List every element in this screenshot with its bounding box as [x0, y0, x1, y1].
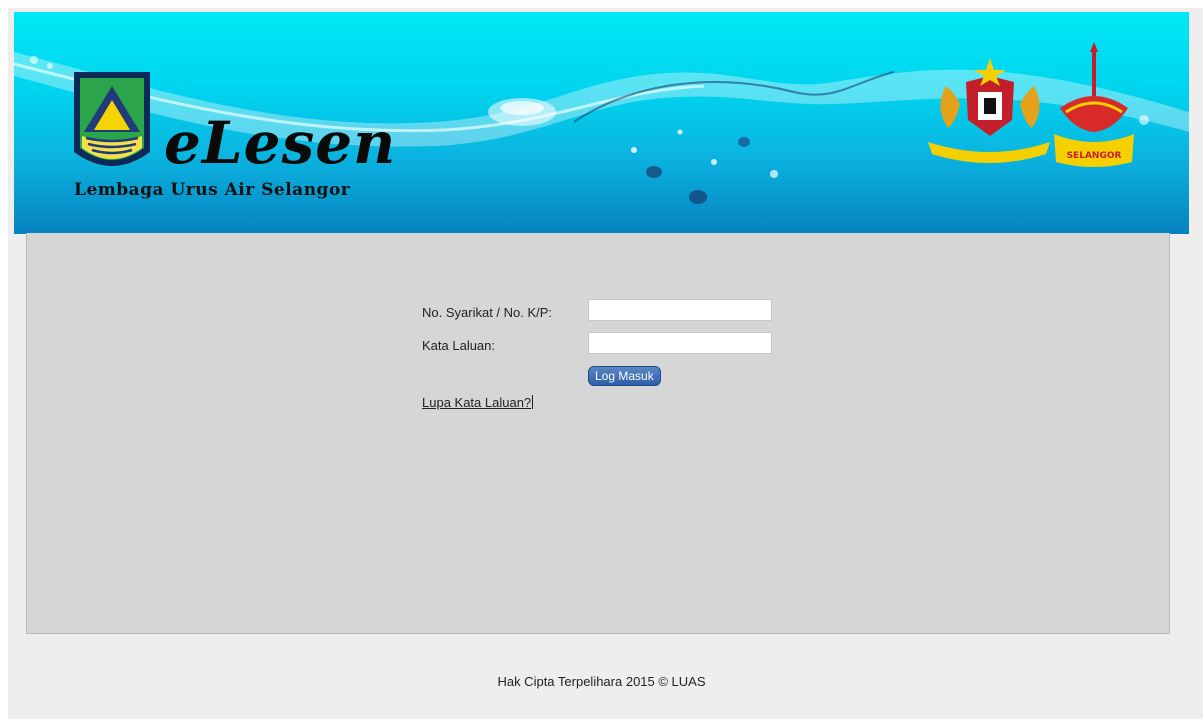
login-button[interactable]: Log Masuk [588, 366, 661, 386]
main-content-panel: No. Syarikat / No. K/P: Kata Laluan: Log… [26, 233, 1170, 634]
forgot-password-link[interactable]: Lupa Kata Laluan? [422, 395, 534, 410]
organization-name: Lembaga Urus Air Selangor [74, 180, 351, 200]
footer-copyright: Hak Cipta Terpelihara 2015 © LUAS [497, 674, 706, 689]
crest-text: SELANGOR [1067, 151, 1122, 161]
company-number-label: No. Syarikat / No. K/P: [422, 305, 553, 320]
password-input[interactable] [588, 332, 772, 354]
selangor-crest-icon: SELANGOR [1054, 42, 1134, 167]
company-number-input[interactable] [588, 299, 772, 321]
text-cursor [532, 395, 534, 409]
app-title: eLesen [164, 109, 397, 177]
luas-logo-icon [74, 72, 150, 166]
password-label: Kata Laluan: [422, 338, 496, 353]
forgot-password-label: Lupa Kata Laluan? [422, 395, 532, 410]
header-banner: SELANGOR eLesen Lembaga Urus Air Selango… [14, 12, 1189, 234]
